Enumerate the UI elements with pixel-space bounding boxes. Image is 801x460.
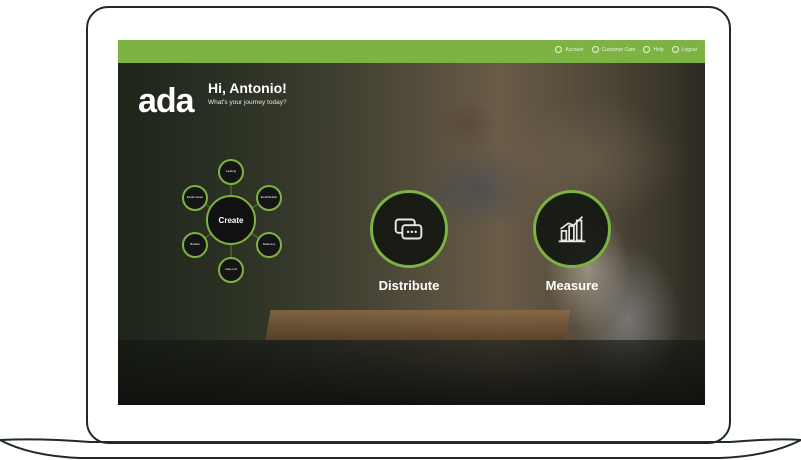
- create-item-email-center[interactable]: Email Center: [182, 185, 208, 211]
- create-button[interactable]: Create: [206, 195, 256, 245]
- create-item-email-builder[interactable]: Email Builder: [256, 185, 282, 211]
- distribute-button[interactable]: [370, 190, 448, 268]
- app-screen: Account Customer Care Help Logout ada Hi…: [118, 40, 705, 405]
- distribute-icon: [394, 218, 423, 240]
- measure-label: Measure: [545, 278, 599, 293]
- create-item-stationery[interactable]: Stationery: [256, 232, 282, 258]
- measure-button[interactable]: [533, 190, 611, 268]
- chart-icon: [558, 216, 586, 243]
- create-item-landing[interactable]: Landing: [218, 159, 244, 185]
- distribute-label: Distribute: [378, 278, 440, 293]
- laptop-base: [0, 438, 801, 459]
- create-item-booklet[interactable]: Booklet: [182, 232, 208, 258]
- create-item-cake-tool[interactable]: Cake tool: [218, 257, 244, 283]
